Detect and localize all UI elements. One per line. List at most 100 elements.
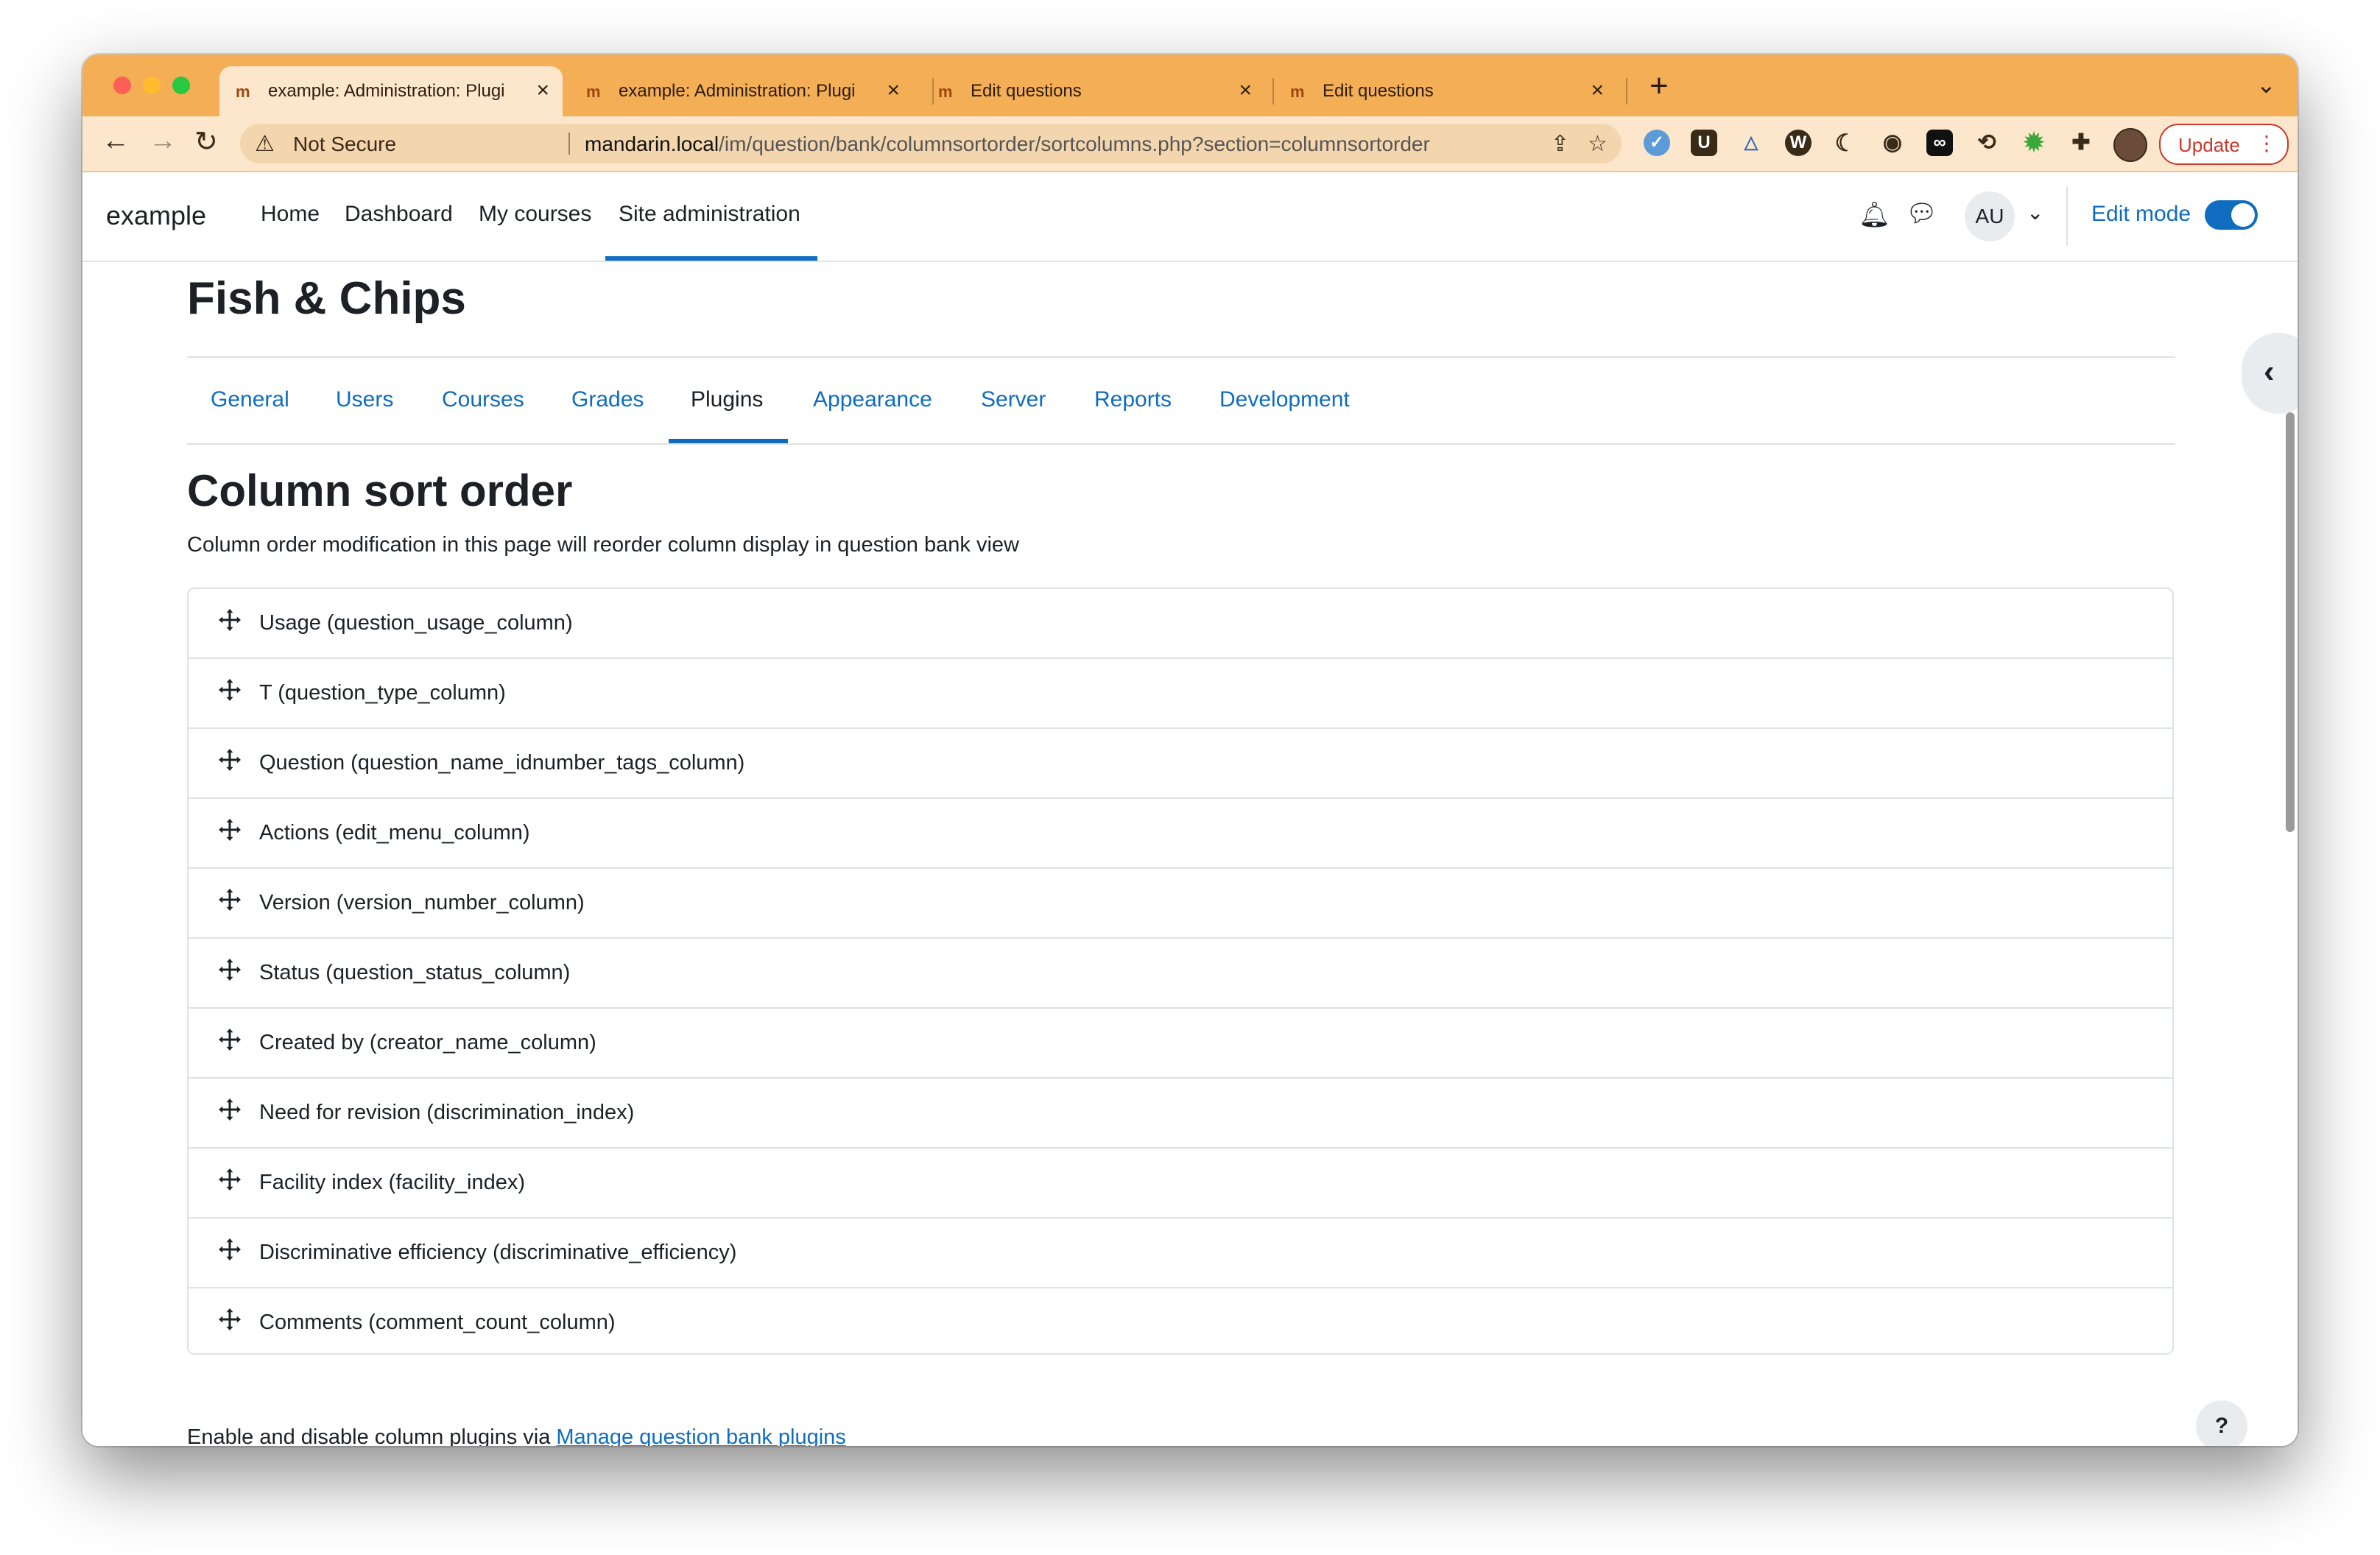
divider bbox=[187, 356, 2175, 358]
warning-triangle-icon: ⚠ bbox=[255, 132, 275, 156]
manage-question-bank-plugins-link[interactable]: Manage question bank plugins bbox=[556, 1425, 845, 1446]
tab-separator bbox=[1626, 78, 1627, 105]
url-text[interactable]: mandarin.local/im/question/bank/columnso… bbox=[585, 133, 1430, 156]
column-label: Question (question_name_idnumber_tags_co… bbox=[259, 751, 745, 775]
move-arrows-icon[interactable] bbox=[216, 677, 243, 703]
extensions-puzzle-icon[interactable]: ✚ bbox=[2068, 130, 2094, 156]
column-label: Comments (comment_count_column) bbox=[259, 1311, 616, 1334]
close-icon[interactable]: × bbox=[1591, 78, 1604, 103]
column-label: Actions (edit_menu_column) bbox=[259, 821, 530, 845]
address-bar[interactable]: ⚠ Not Secure mandarin.local/im/question/… bbox=[240, 124, 1622, 163]
moodle-favicon-icon: m bbox=[236, 82, 250, 101]
extension-glasses-icon[interactable]: ∞ bbox=[1926, 130, 1953, 156]
sortable-column-list: Usage (question_usage_column) T (question… bbox=[187, 588, 2174, 1355]
browser-tab-title: Edit questions bbox=[971, 81, 1082, 101]
reload-icon[interactable]: ↻ bbox=[194, 125, 218, 158]
browser-tab-2[interactable]: m example: Administration: Plugi × bbox=[570, 66, 913, 116]
nav-dashboard[interactable]: Dashboard bbox=[345, 202, 453, 227]
toggle-knob bbox=[2231, 203, 2255, 227]
sortable-column-row[interactable]: Created by (creator_name_column) bbox=[189, 1009, 2172, 1079]
column-label: Facility index (facility_index) bbox=[259, 1171, 526, 1194]
site-brand[interactable]: example bbox=[106, 200, 206, 231]
extension-triangle-icon[interactable]: △ bbox=[1738, 130, 1764, 156]
help-button[interactable]: ? bbox=[2196, 1400, 2247, 1446]
notifications-bell-icon[interactable]: 🔔︎ bbox=[1859, 200, 1890, 230]
tab-appearance[interactable]: Appearance bbox=[813, 387, 932, 412]
tab-general[interactable]: General bbox=[211, 387, 289, 412]
move-arrows-icon[interactable] bbox=[216, 607, 243, 633]
share-icon[interactable]: ⇪ bbox=[1551, 131, 1569, 157]
tab-server[interactable]: Server bbox=[981, 387, 1046, 412]
browser-tab-1[interactable]: m example: Administration: Plugi × bbox=[219, 66, 563, 116]
footer-note: Enable and disable column plugins via Ma… bbox=[187, 1425, 846, 1446]
tab-development[interactable]: Development bbox=[1219, 387, 1350, 412]
sortable-column-row[interactable]: Discriminative efficiency (discriminativ… bbox=[189, 1219, 2172, 1288]
move-arrows-icon[interactable] bbox=[216, 747, 243, 773]
back-arrow-icon[interactable]: ← bbox=[102, 125, 130, 157]
browser-tab-title: example: Administration: Plugi bbox=[619, 81, 856, 101]
extension-1-icon[interactable]: ✓ bbox=[1644, 130, 1670, 156]
new-tab-plus-icon[interactable]: + bbox=[1650, 68, 1669, 105]
forward-arrow-icon[interactable]: → bbox=[149, 125, 177, 157]
moodle-favicon-icon: m bbox=[586, 82, 601, 101]
close-window-button[interactable] bbox=[113, 77, 131, 94]
url-path: /im/question/bank/columnsortorder/sortco… bbox=[719, 133, 1430, 155]
move-arrows-icon[interactable] bbox=[216, 1096, 243, 1123]
extension-wordpress-icon[interactable]: W bbox=[1785, 130, 1812, 156]
browser-tab-3[interactable]: m Edit questions × bbox=[922, 66, 1265, 116]
update-button[interactable]: Update ⋮ bbox=[2159, 124, 2289, 165]
move-arrows-icon[interactable] bbox=[216, 956, 243, 983]
section-heading: Column sort order bbox=[187, 466, 573, 515]
sortable-column-row[interactable]: Status (question_status_column) bbox=[189, 939, 2172, 1009]
sortable-column-row[interactable]: Actions (edit_menu_column) bbox=[189, 799, 2172, 869]
tab-grades[interactable]: Grades bbox=[571, 387, 644, 412]
sortable-column-row[interactable]: Usage (question_usage_column) bbox=[189, 589, 2172, 659]
address-separator bbox=[568, 133, 570, 155]
nav-my-courses[interactable]: My courses bbox=[479, 202, 591, 227]
sortable-column-row[interactable]: Question (question_name_idnumber_tags_co… bbox=[189, 729, 2172, 799]
move-arrows-icon[interactable] bbox=[216, 817, 243, 843]
column-label: Status (question_status_column) bbox=[259, 961, 571, 984]
update-label: Update bbox=[2178, 134, 2240, 156]
tab-courses[interactable]: Courses bbox=[442, 387, 524, 412]
tab-search-chevron-icon[interactable]: ⌄ bbox=[2256, 71, 2276, 99]
move-arrows-icon[interactable] bbox=[216, 1166, 243, 1193]
browser-tab-4[interactable]: m Edit questions × bbox=[1274, 66, 1617, 116]
extension-shield-icon[interactable]: U bbox=[1691, 130, 1717, 156]
move-arrows-icon[interactable] bbox=[216, 1026, 243, 1053]
sortable-column-row[interactable]: Comments (comment_count_column) bbox=[189, 1288, 2172, 1358]
messages-chat-icon[interactable]: 💬︎ bbox=[1906, 199, 1937, 228]
edit-mode-label[interactable]: Edit mode bbox=[2091, 202, 2191, 227]
minimize-window-button[interactable] bbox=[143, 77, 161, 94]
edit-mode-toggle[interactable] bbox=[2205, 200, 2258, 230]
bookmark-star-icon[interactable]: ☆ bbox=[1588, 131, 1608, 157]
security-status-label[interactable]: Not Secure bbox=[293, 133, 396, 156]
move-arrows-icon[interactable] bbox=[216, 1306, 243, 1333]
extension-sync-icon[interactable]: ⟲ bbox=[1974, 130, 2000, 156]
footer-text: Enable and disable column plugins via bbox=[187, 1425, 557, 1446]
site-navbar: example Home Dashboard My courses Site a… bbox=[82, 172, 2298, 262]
close-icon[interactable]: × bbox=[887, 78, 900, 103]
user-menu-chevron-down-icon[interactable]: ⌄ bbox=[2027, 200, 2043, 225]
url-host: mandarin.local bbox=[585, 133, 719, 155]
move-arrows-icon[interactable] bbox=[216, 1236, 243, 1263]
move-arrows-icon[interactable] bbox=[216, 886, 243, 913]
sortable-column-row[interactable]: Facility index (facility_index) bbox=[189, 1149, 2172, 1219]
extension-gear-icon[interactable]: ✹ bbox=[2021, 130, 2047, 156]
close-icon[interactable]: × bbox=[1239, 78, 1252, 103]
tab-users[interactable]: Users bbox=[336, 387, 393, 412]
zoom-window-button[interactable] bbox=[172, 77, 190, 94]
close-icon[interactable]: × bbox=[536, 78, 549, 103]
extension-eye-icon[interactable]: ◉ bbox=[1879, 130, 1906, 156]
nav-site-administration[interactable]: Site administration bbox=[619, 202, 800, 227]
sortable-column-row[interactable]: T (question_type_column) bbox=[189, 659, 2172, 729]
sortable-column-row[interactable]: Need for revision (discrimination_index) bbox=[189, 1079, 2172, 1149]
tab-plugins[interactable]: Plugins bbox=[691, 387, 763, 412]
nav-home[interactable]: Home bbox=[261, 202, 320, 227]
sortable-column-row[interactable]: Version (version_number_column) bbox=[189, 869, 2172, 939]
profile-avatar-icon[interactable] bbox=[2113, 128, 2147, 162]
user-menu-avatar[interactable]: AU bbox=[1965, 191, 2015, 241]
extension-c-icon[interactable]: ☾ bbox=[1832, 130, 1859, 156]
page-title: Fish & Chips bbox=[187, 273, 466, 324]
tab-reports[interactable]: Reports bbox=[1094, 387, 1172, 412]
